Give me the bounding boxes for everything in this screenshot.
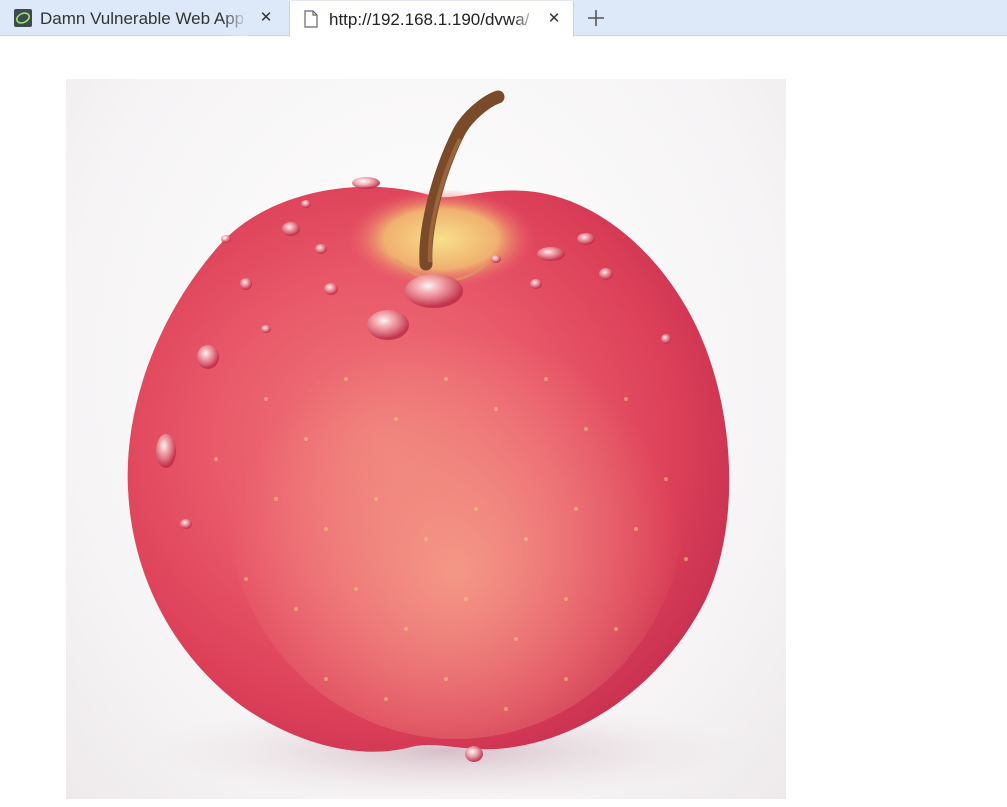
- tab-title-fade: [512, 1, 538, 37]
- tab-dvwa[interactable]: Damn Vulnerable Web App ✕: [0, 0, 286, 36]
- tab-image-url[interactable]: http://192.168.1.190/dvwa/ ✕: [289, 1, 574, 37]
- apple-image: [66, 79, 786, 799]
- tab-title: http://192.168.1.190/dvwa/: [329, 10, 530, 29]
- close-icon[interactable]: ✕: [544, 9, 564, 29]
- red-apple-illustration: [127, 90, 746, 799]
- blank-page-icon: [302, 9, 320, 29]
- browser-tab-strip: Damn Vulnerable Web App ✕ http://192.168…: [0, 0, 1007, 37]
- tab-title: Damn Vulnerable Web App: [40, 9, 245, 28]
- close-icon[interactable]: ✕: [256, 8, 276, 28]
- page-content: [0, 37, 1007, 807]
- dvwa-logo-icon: [13, 8, 33, 28]
- tab-title-fade: [222, 0, 248, 36]
- plus-icon[interactable]: [584, 6, 608, 30]
